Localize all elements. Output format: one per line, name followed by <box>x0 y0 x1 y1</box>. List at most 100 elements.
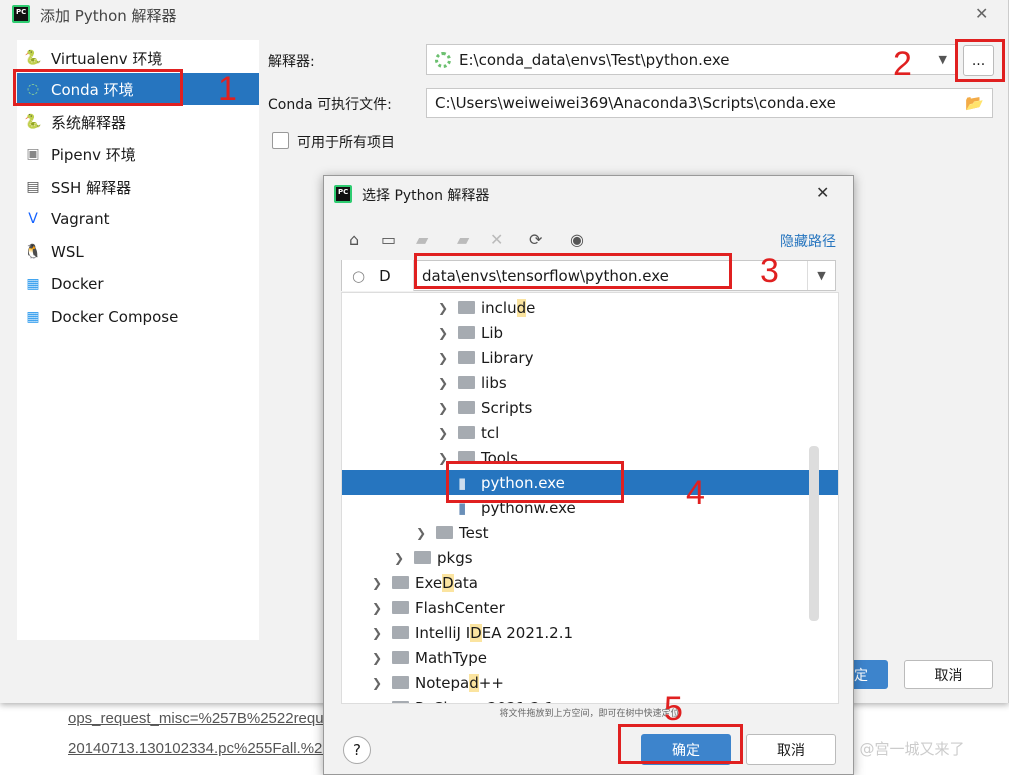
tree-row[interactable]: ❯ Library <box>342 345 838 370</box>
chevron-right-icon[interactable]: ❯ <box>438 301 452 315</box>
annotation-box <box>414 253 732 289</box>
all-projects-checkbox[interactable] <box>272 132 289 149</box>
folder-icon <box>414 551 431 564</box>
docker-icon: ▦ <box>26 276 40 292</box>
interpreter-value: E:\conda_data\envs\Test\python.exe <box>459 50 730 69</box>
tree-row[interactable]: ❯ Lib <box>342 320 838 345</box>
chevron-down-icon[interactable]: ▼ <box>807 261 835 290</box>
tree-row-label: Test <box>459 523 489 542</box>
chevron-right-icon[interactable]: ❯ <box>372 626 386 640</box>
sidebar-item[interactable]: 🐍 系统解释器 <box>17 106 259 138</box>
tree-row[interactable]: ❯ libs <box>342 370 838 395</box>
chevron-right-icon[interactable]: ❯ <box>416 526 430 540</box>
tree-row-label: ExeData <box>415 573 478 592</box>
tree-row-label: tcl <box>481 423 500 442</box>
tree-row[interactable]: ❯ Notepad++ <box>342 670 838 695</box>
sidebar-item[interactable]: ▤ SSH 解释器 <box>17 171 259 203</box>
folder-icon <box>392 601 409 614</box>
tree-row[interactable]: ❯ include <box>342 295 838 320</box>
folder-icon <box>392 576 409 589</box>
tree-row-label: FlashCenter <box>415 598 505 617</box>
cancel-button[interactable]: 取消 <box>904 660 993 689</box>
chevron-right-icon[interactable]: ❯ <box>438 326 452 340</box>
sidebar-item-label: Virtualenv 环境 <box>51 49 163 68</box>
project-folder-icon[interactable]: ▰ <box>416 230 428 249</box>
sidebar-item[interactable]: V Vagrant <box>17 203 259 235</box>
folder-icon <box>392 701 409 703</box>
tree-row[interactable]: ❯ ExeData <box>342 570 838 595</box>
tree-row[interactable]: ❯ Scripts <box>342 395 838 420</box>
tree-row-label: Notepad++ <box>415 673 504 692</box>
chevron-right-icon[interactable]: ❯ <box>438 401 452 415</box>
desktop-icon[interactable]: ▭ <box>381 230 396 249</box>
sidebar-item-label: Docker Compose <box>51 308 179 326</box>
cancel-button[interactable]: 取消 <box>746 734 836 765</box>
chevron-right-icon[interactable]: ❯ <box>372 601 386 615</box>
folder-icon <box>458 426 475 439</box>
folder-icon <box>458 401 475 414</box>
tree-row[interactable]: ❯ pkgs <box>342 545 838 570</box>
tree-row[interactable]: ❯ IntelliJ IDEA 2021.2.1 <box>342 620 838 645</box>
search-icon: ○ <box>352 266 366 285</box>
new-folder-icon[interactable]: ▰ <box>457 230 469 249</box>
annotation-number: 5 <box>664 690 683 728</box>
close-button[interactable]: ✕ <box>975 4 988 23</box>
folder-icon <box>458 351 475 364</box>
show-hidden-icon[interactable]: ◉ <box>570 230 584 249</box>
pycharm-logo-icon: PC <box>334 185 352 203</box>
python-icon: 🐍 <box>24 114 42 130</box>
chevron-right-icon[interactable]: ❯ <box>372 576 386 590</box>
tree-row[interactable]: ❯ MathType <box>342 645 838 670</box>
pipenv-icon: ▣ <box>26 146 40 162</box>
sidebar-item-label: 系统解释器 <box>51 113 127 132</box>
tree-row-label: MathType <box>415 648 487 667</box>
hide-path-link[interactable]: 隐藏路径 <box>780 231 836 251</box>
interpreter-label: 解释器: <box>268 54 315 70</box>
all-projects-label: 可用于所有项目 <box>297 135 395 151</box>
annotation-number: 2 <box>893 45 912 83</box>
folder-icon <box>392 676 409 689</box>
tree-row[interactable]: ❯ tcl <box>342 420 838 445</box>
tree-scrollbar[interactable] <box>809 446 819 621</box>
conda-executable-value: C:\Users\weiweiwei369\Anaconda3\Scripts\… <box>435 94 836 112</box>
chevron-right-icon[interactable]: ❯ <box>438 426 452 440</box>
drop-hint: 将文件拖放到上方空间，即可在树中快速定位 <box>499 709 680 719</box>
tree-row-label: Lib <box>481 323 504 342</box>
sidebar-item[interactable]: 🐧 WSL <box>17 236 259 268</box>
chevron-right-icon[interactable]: ❯ <box>372 701 386 704</box>
chevron-right-icon[interactable]: ❯ <box>372 651 386 665</box>
sidebar-item[interactable]: ▦ Docker Compose <box>17 301 259 333</box>
chevron-right-icon[interactable]: ❯ <box>438 376 452 390</box>
conda-executable-label: Conda 可执行文件: <box>268 97 392 113</box>
chevron-right-icon[interactable]: ❯ <box>372 676 386 690</box>
tree-row[interactable]: ❯ PyCharm 2021.2.1 <box>342 695 838 704</box>
dialog-title: 选择 Python 解释器 <box>362 188 490 204</box>
help-button[interactable]: ? <box>343 736 371 764</box>
annotation-number: 3 <box>760 252 779 290</box>
sidebar-item[interactable]: ▦ Docker <box>17 268 259 300</box>
refresh-icon[interactable]: ⟳ <box>529 230 542 249</box>
dialog-title: 添加 Python 解释器 <box>40 7 177 25</box>
folder-icon <box>458 326 475 339</box>
delete-icon[interactable]: ✕ <box>490 230 503 249</box>
home-icon[interactable]: ⌂ <box>349 230 359 249</box>
pycharm-logo-icon: PC <box>12 5 30 23</box>
chevron-right-icon[interactable]: ❯ <box>394 551 408 565</box>
folder-icon <box>392 626 409 639</box>
folder-icon <box>458 376 475 389</box>
tree-row-label: pkgs <box>437 548 473 567</box>
sidebar-item[interactable]: ▣ Pipenv 环境 <box>17 138 259 170</box>
sidebar-item-label: Vagrant <box>51 210 110 228</box>
annotation-box <box>618 724 743 764</box>
annotation-box <box>446 461 624 503</box>
tree-row[interactable]: ❯ Test <box>342 520 838 545</box>
folder-icon[interactable]: 📂 <box>965 94 984 112</box>
sidebar-item-label: Docker <box>51 275 104 293</box>
close-button[interactable]: ✕ <box>816 183 829 202</box>
tree-row[interactable]: ❯ FlashCenter <box>342 595 838 620</box>
chevron-right-icon[interactable]: ❯ <box>438 351 452 365</box>
conda-executable-input[interactable]: C:\Users\weiweiwei369\Anaconda3\Scripts\… <box>426 88 993 118</box>
annotation-number: 1 <box>218 70 237 108</box>
interpreter-select[interactable]: E:\conda_data\envs\Test\python.exe ▼ <box>426 44 956 75</box>
tree-row-label: Scripts <box>481 398 533 417</box>
